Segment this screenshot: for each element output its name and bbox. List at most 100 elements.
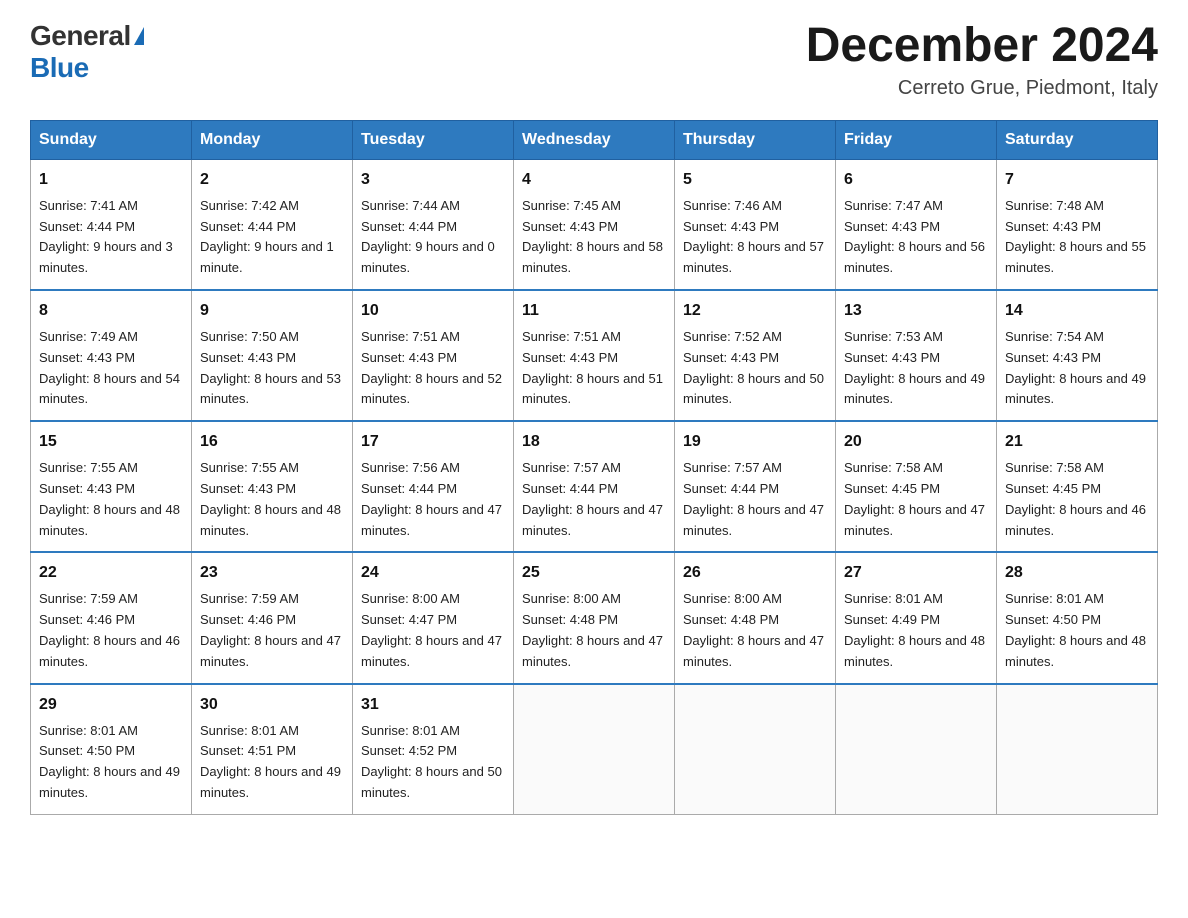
day-info: Sunrise: 8:00 AMSunset: 4:48 PMDaylight:… [683, 589, 827, 672]
day-info: Sunrise: 7:51 AMSunset: 4:43 PMDaylight:… [361, 327, 505, 410]
day-info: Sunrise: 7:58 AMSunset: 4:45 PMDaylight:… [1005, 458, 1149, 541]
day-info: Sunrise: 7:55 AMSunset: 4:43 PMDaylight:… [200, 458, 344, 541]
week-row-2: 8 Sunrise: 7:49 AMSunset: 4:43 PMDaylight… [31, 290, 1158, 421]
calendar-header-row: Sunday Monday Tuesday Wednesday Thursday… [31, 120, 1158, 159]
table-row [836, 684, 997, 815]
day-number: 7 [1005, 168, 1149, 192]
col-monday: Monday [192, 120, 353, 159]
table-row: 3 Sunrise: 7:44 AMSunset: 4:44 PMDaylight… [353, 159, 514, 290]
location-subtitle: Cerreto Grue, Piedmont, Italy [806, 77, 1158, 100]
day-number: 25 [522, 561, 666, 585]
day-info: Sunrise: 8:00 AMSunset: 4:48 PMDaylight:… [522, 589, 666, 672]
day-info: Sunrise: 7:44 AMSunset: 4:44 PMDaylight:… [361, 196, 505, 279]
day-info: Sunrise: 7:42 AMSunset: 4:44 PMDaylight:… [200, 196, 344, 279]
logo-triangle-icon [134, 27, 144, 45]
day-number: 3 [361, 168, 505, 192]
day-info: Sunrise: 7:49 AMSunset: 4:43 PMDaylight:… [39, 327, 183, 410]
day-number: 4 [522, 168, 666, 192]
day-number: 12 [683, 299, 827, 323]
day-info: Sunrise: 8:01 AMSunset: 4:50 PMDaylight:… [1005, 589, 1149, 672]
table-row: 21 Sunrise: 7:58 AMSunset: 4:45 PMDayligh… [997, 421, 1158, 552]
day-number: 18 [522, 430, 666, 454]
day-number: 15 [39, 430, 183, 454]
week-row-5: 29 Sunrise: 8:01 AMSunset: 4:50 PMDayligh… [31, 684, 1158, 815]
col-saturday: Saturday [997, 120, 1158, 159]
table-row: 28 Sunrise: 8:01 AMSunset: 4:50 PMDayligh… [997, 552, 1158, 683]
day-number: 24 [361, 561, 505, 585]
page-header: General Blue December 2024 Cerreto Grue,… [30, 20, 1158, 100]
col-friday: Friday [836, 120, 997, 159]
table-row [997, 684, 1158, 815]
day-info: Sunrise: 7:45 AMSunset: 4:43 PMDaylight:… [522, 196, 666, 279]
day-info: Sunrise: 8:01 AMSunset: 4:50 PMDaylight:… [39, 721, 183, 804]
col-sunday: Sunday [31, 120, 192, 159]
col-thursday: Thursday [675, 120, 836, 159]
month-title: December 2024 [806, 20, 1158, 73]
day-info: Sunrise: 7:57 AMSunset: 4:44 PMDaylight:… [683, 458, 827, 541]
table-row [514, 684, 675, 815]
day-info: Sunrise: 7:57 AMSunset: 4:44 PMDaylight:… [522, 458, 666, 541]
day-number: 26 [683, 561, 827, 585]
day-info: Sunrise: 7:54 AMSunset: 4:43 PMDaylight:… [1005, 327, 1149, 410]
table-row: 6Sunrise: 7:47 AMSunset: 4:43 PMDaylight… [836, 159, 997, 290]
logo-general-text: General [30, 20, 131, 52]
logo: General Blue [30, 20, 144, 84]
table-row: 29 Sunrise: 8:01 AMSunset: 4:50 PMDayligh… [31, 684, 192, 815]
day-info: Sunrise: 7:47 AMSunset: 4:43 PMDaylight:… [844, 196, 988, 279]
day-number: 29 [39, 693, 183, 717]
table-row: 23Sunrise: 7:59 AMSunset: 4:46 PMDayligh… [192, 552, 353, 683]
day-info: Sunrise: 7:58 AMSunset: 4:45 PMDaylight:… [844, 458, 988, 541]
table-row: 19Sunrise: 7:57 AMSunset: 4:44 PMDayligh… [675, 421, 836, 552]
table-row: 22Sunrise: 7:59 AMSunset: 4:46 PMDayligh… [31, 552, 192, 683]
table-row: 7 Sunrise: 7:48 AMSunset: 4:43 PMDaylight… [997, 159, 1158, 290]
table-row: 30 Sunrise: 8:01 AMSunset: 4:51 PMDayligh… [192, 684, 353, 815]
day-info: Sunrise: 7:55 AMSunset: 4:43 PMDaylight:… [39, 458, 183, 541]
week-row-1: 1 Sunrise: 7:41 AMSunset: 4:44 PMDaylight… [31, 159, 1158, 290]
day-number: 21 [1005, 430, 1149, 454]
table-row: 10 Sunrise: 7:51 AMSunset: 4:43 PMDayligh… [353, 290, 514, 421]
day-number: 30 [200, 693, 344, 717]
table-row: 20Sunrise: 7:58 AMSunset: 4:45 PMDayligh… [836, 421, 997, 552]
day-info: Sunrise: 7:48 AMSunset: 4:43 PMDaylight:… [1005, 196, 1149, 279]
table-row: 9Sunrise: 7:50 AMSunset: 4:43 PMDaylight… [192, 290, 353, 421]
day-number: 27 [844, 561, 988, 585]
day-info: Sunrise: 8:01 AMSunset: 4:49 PMDaylight:… [844, 589, 988, 672]
week-row-4: 22Sunrise: 7:59 AMSunset: 4:46 PMDayligh… [31, 552, 1158, 683]
day-info: Sunrise: 8:01 AMSunset: 4:51 PMDaylight:… [200, 721, 344, 804]
day-info: Sunrise: 8:00 AMSunset: 4:47 PMDaylight:… [361, 589, 505, 672]
day-number: 5 [683, 168, 827, 192]
col-tuesday: Tuesday [353, 120, 514, 159]
day-info: Sunrise: 7:59 AMSunset: 4:46 PMDaylight:… [200, 589, 344, 672]
table-row: 11 Sunrise: 7:51 AMSunset: 4:43 PMDayligh… [514, 290, 675, 421]
day-number: 11 [522, 299, 666, 323]
day-info: Sunrise: 7:41 AMSunset: 4:44 PMDaylight:… [39, 196, 183, 279]
logo-blue-text: Blue [30, 52, 89, 83]
table-row: 17 Sunrise: 7:56 AMSunset: 4:44 PMDayligh… [353, 421, 514, 552]
table-row: 1 Sunrise: 7:41 AMSunset: 4:44 PMDaylight… [31, 159, 192, 290]
week-row-3: 15 Sunrise: 7:55 AMSunset: 4:43 PMDayligh… [31, 421, 1158, 552]
title-block: December 2024 Cerreto Grue, Piedmont, It… [806, 20, 1158, 100]
table-row [675, 684, 836, 815]
day-number: 8 [39, 299, 183, 323]
day-info: Sunrise: 7:56 AMSunset: 4:44 PMDaylight:… [361, 458, 505, 541]
table-row: 5Sunrise: 7:46 AMSunset: 4:43 PMDaylight… [675, 159, 836, 290]
table-row: 4 Sunrise: 7:45 AMSunset: 4:43 PMDaylight… [514, 159, 675, 290]
col-wednesday: Wednesday [514, 120, 675, 159]
day-info: Sunrise: 7:51 AMSunset: 4:43 PMDaylight:… [522, 327, 666, 410]
table-row: 12 Sunrise: 7:52 AMSunset: 4:43 PMDayligh… [675, 290, 836, 421]
table-row: 15 Sunrise: 7:55 AMSunset: 4:43 PMDayligh… [31, 421, 192, 552]
day-number: 28 [1005, 561, 1149, 585]
day-number: 9 [200, 299, 344, 323]
table-row: 27 Sunrise: 8:01 AMSunset: 4:49 PMDayligh… [836, 552, 997, 683]
day-number: 2 [200, 168, 344, 192]
day-info: Sunrise: 7:59 AMSunset: 4:46 PMDaylight:… [39, 589, 183, 672]
table-row: 2 Sunrise: 7:42 AMSunset: 4:44 PMDaylight… [192, 159, 353, 290]
table-row: 8 Sunrise: 7:49 AMSunset: 4:43 PMDaylight… [31, 290, 192, 421]
day-info: Sunrise: 7:52 AMSunset: 4:43 PMDaylight:… [683, 327, 827, 410]
day-info: Sunrise: 8:01 AMSunset: 4:52 PMDaylight:… [361, 721, 505, 804]
day-number: 1 [39, 168, 183, 192]
day-number: 10 [361, 299, 505, 323]
day-number: 17 [361, 430, 505, 454]
table-row: 26 Sunrise: 8:00 AMSunset: 4:48 PMDayligh… [675, 552, 836, 683]
day-number: 13 [844, 299, 988, 323]
